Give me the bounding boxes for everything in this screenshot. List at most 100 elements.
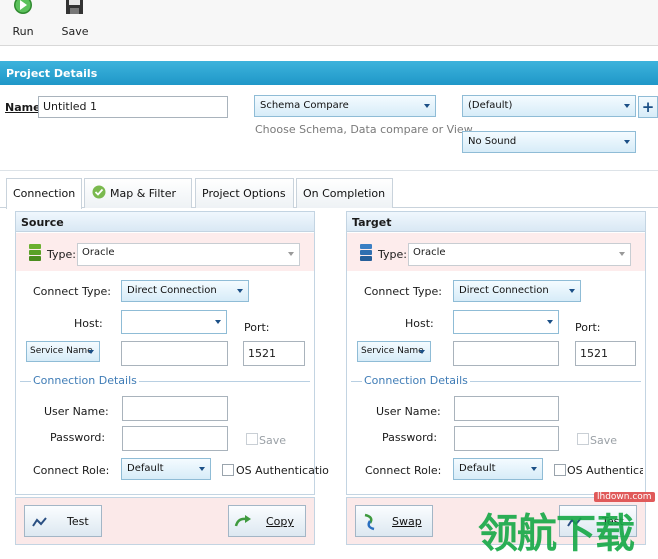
target-password-input[interactable] bbox=[454, 426, 559, 451]
database-icon bbox=[29, 244, 41, 261]
copy-label: Copy bbox=[266, 515, 294, 528]
target-save-label: Save bbox=[590, 434, 618, 447]
source-role-label: Connect Role: bbox=[33, 464, 110, 477]
add-button[interactable]: + bbox=[638, 96, 658, 118]
source-panel: Source Type: Oracle Connect Type: Direct… bbox=[15, 211, 329, 495]
source-connect-type-select[interactable]: Direct Connection bbox=[121, 280, 249, 302]
run-button[interactable]: Run bbox=[2, 0, 44, 44]
source-connect-type-label: Connect Type: bbox=[33, 285, 111, 298]
target-service-name-value: Service Name bbox=[361, 346, 424, 356]
plus-icon: + bbox=[641, 98, 655, 116]
target-service-name-input[interactable] bbox=[453, 341, 559, 366]
target-port-label: Port: bbox=[575, 321, 601, 334]
source-host-select[interactable] bbox=[121, 310, 227, 334]
swap-button[interactable]: Swap bbox=[355, 505, 433, 537]
sound-select[interactable]: No Sound bbox=[462, 131, 636, 153]
target-connect-type-value: Direct Connection bbox=[459, 285, 549, 296]
chevron-down-icon bbox=[569, 289, 575, 293]
source-type-row: Type: Oracle bbox=[16, 233, 314, 271]
check-circle-icon bbox=[92, 185, 106, 199]
default-select[interactable]: (Default) bbox=[462, 95, 636, 117]
tab-project-options[interactable]: Project Options bbox=[195, 178, 294, 208]
tab-connection[interactable]: Connection bbox=[6, 178, 82, 209]
source-role-select[interactable]: Default bbox=[121, 458, 211, 480]
source-user-input[interactable] bbox=[122, 396, 228, 421]
tab-project-options-label: Project Options bbox=[202, 187, 286, 200]
save-button[interactable]: Save bbox=[54, 0, 96, 44]
target-title: Target bbox=[347, 212, 645, 232]
target-role-label: Connect Role: bbox=[365, 464, 442, 477]
chevron-down-icon bbox=[547, 320, 553, 324]
compare-mode-select[interactable]: Schema Compare bbox=[254, 95, 436, 117]
target-password-label: Password: bbox=[382, 431, 438, 444]
source-save-checkbox[interactable] bbox=[246, 433, 258, 445]
source-type-label: Type: bbox=[47, 248, 76, 261]
source-role-value: Default bbox=[127, 463, 164, 474]
save-label: Save bbox=[61, 25, 89, 38]
source-action-bar: Test Copy bbox=[15, 497, 315, 545]
chevron-down-icon bbox=[215, 320, 221, 324]
target-type-label: Type: bbox=[378, 248, 407, 261]
project-name-input[interactable]: Untitled 1 bbox=[38, 96, 228, 118]
tab-map-filter[interactable]: Map & Filter bbox=[84, 178, 192, 208]
source-port-input[interactable]: 1521 bbox=[243, 341, 305, 366]
chevron-down-icon bbox=[531, 467, 537, 471]
chevron-down-icon bbox=[199, 467, 205, 471]
source-service-name-select[interactable]: Service Name bbox=[26, 341, 100, 362]
target-role-select[interactable]: Default bbox=[453, 458, 543, 480]
chevron-down-icon bbox=[288, 252, 294, 256]
target-os-auth-checkbox[interactable] bbox=[554, 464, 566, 476]
copy-arrow-icon bbox=[234, 515, 251, 527]
source-os-auth-checkbox[interactable] bbox=[222, 464, 234, 476]
test-button[interactable]: Test bbox=[24, 505, 102, 537]
chevron-down-icon bbox=[88, 350, 94, 354]
chevron-down-icon bbox=[624, 104, 630, 108]
save-icon bbox=[66, 0, 83, 14]
swap-label: Swap bbox=[392, 515, 422, 528]
project-details-header: Project Details bbox=[0, 61, 658, 85]
target-user-label: User Name: bbox=[376, 405, 441, 418]
target-role-value: Default bbox=[459, 463, 496, 474]
chevron-down-icon bbox=[237, 289, 243, 293]
target-type-select[interactable]: Oracle bbox=[408, 243, 631, 266]
source-os-auth-label: OS Authenticatio bbox=[236, 464, 329, 477]
copy-button[interactable]: Copy bbox=[228, 505, 306, 537]
tab-connection-label: Connection bbox=[13, 187, 76, 200]
test-label: Test bbox=[67, 515, 89, 528]
target-connect-type-label: Connect Type: bbox=[364, 285, 442, 298]
chevron-down-icon bbox=[424, 104, 430, 108]
target-connection-details-label: Connection Details bbox=[362, 374, 470, 387]
target-save-checkbox[interactable] bbox=[577, 433, 589, 445]
source-connection-details-label: Connection Details bbox=[31, 374, 139, 387]
target-service-name-select[interactable]: Service Name bbox=[357, 341, 431, 362]
source-host-label: Host: bbox=[74, 317, 103, 330]
target-connect-type-select[interactable]: Direct Connection bbox=[453, 280, 581, 302]
compare-mode-hint: Choose Schema, Data compare or View bbox=[255, 123, 473, 136]
source-password-label: Password: bbox=[50, 431, 106, 444]
source-save-label: Save bbox=[259, 434, 287, 447]
tab-on-completion[interactable]: On Completion bbox=[296, 178, 393, 208]
chevron-down-icon bbox=[624, 140, 630, 144]
default-value: (Default) bbox=[468, 100, 513, 111]
target-port-input[interactable]: 1521 bbox=[575, 341, 636, 366]
target-type-value: Oracle bbox=[413, 247, 446, 258]
source-service-name-input[interactable] bbox=[121, 341, 228, 366]
source-connect-type-value: Direct Connection bbox=[127, 285, 217, 296]
chevron-down-icon bbox=[419, 350, 425, 354]
tab-map-filter-label: Map & Filter bbox=[110, 187, 177, 200]
target-panel: Target Type: Oracle Connect Type: Direct… bbox=[346, 211, 646, 495]
connection-test-icon bbox=[32, 517, 47, 527]
swap-arrows-icon bbox=[364, 513, 375, 531]
database-icon bbox=[360, 244, 372, 261]
source-type-select[interactable]: Oracle bbox=[77, 243, 300, 266]
run-label: Run bbox=[12, 25, 34, 38]
source-password-input[interactable] bbox=[122, 426, 228, 451]
source-title: Source bbox=[16, 212, 314, 232]
target-user-input[interactable] bbox=[454, 396, 559, 421]
compare-mode-value: Schema Compare bbox=[260, 100, 349, 111]
watermark: lhdown.com 领航下载 bbox=[476, 490, 658, 557]
target-host-select[interactable] bbox=[453, 310, 559, 334]
chevron-down-icon bbox=[619, 252, 625, 256]
target-host-label: Host: bbox=[405, 317, 434, 330]
source-port-label: Port: bbox=[244, 321, 270, 334]
